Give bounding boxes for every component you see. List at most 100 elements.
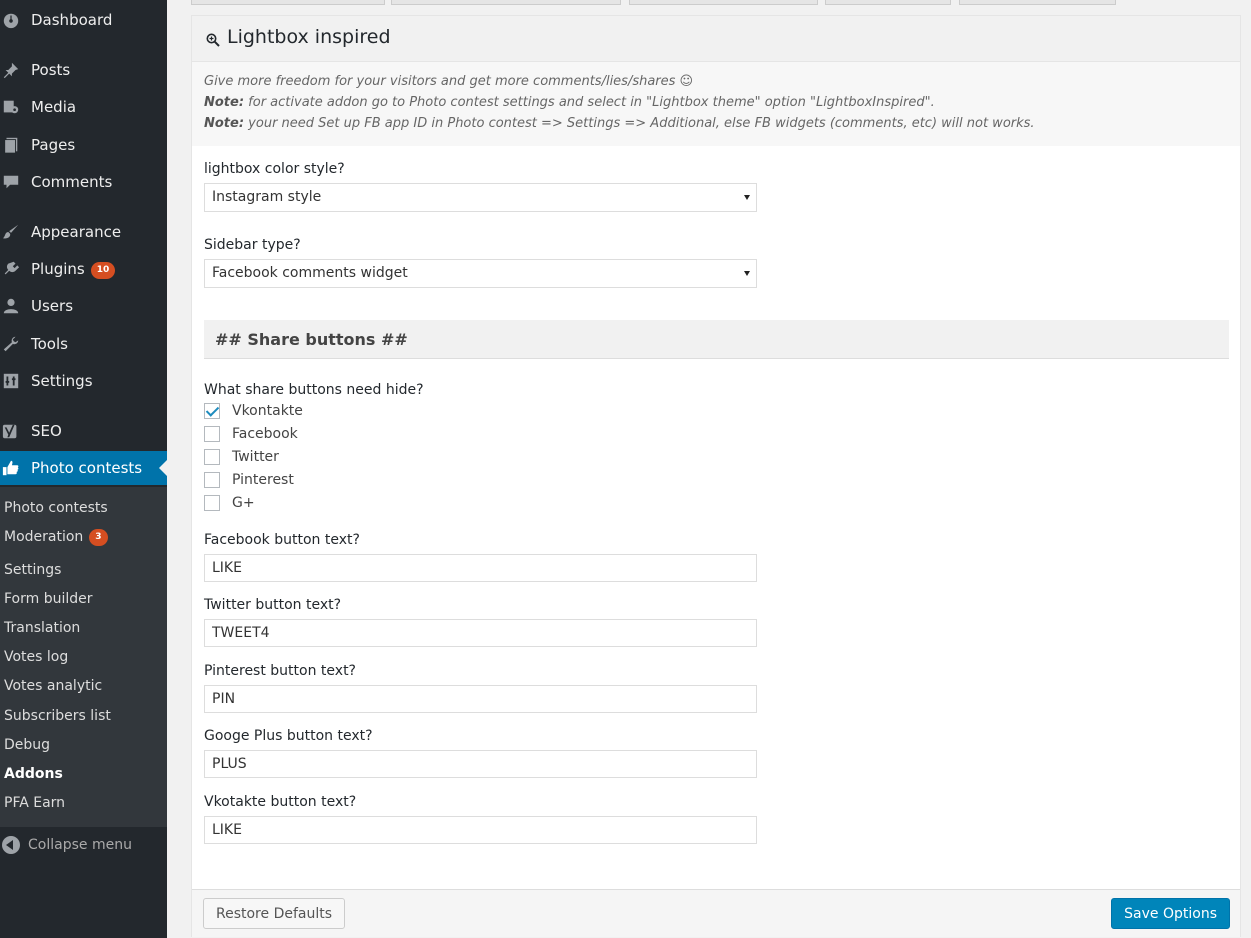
menu-label: Settings bbox=[31, 372, 93, 390]
checkbox-pinterest[interactable]: Pinterest bbox=[204, 471, 294, 489]
section-title: ## Share buttons ## bbox=[215, 330, 408, 349]
checkbox-label: G+ bbox=[232, 495, 255, 511]
sidebar-type-label: Sidebar type? bbox=[204, 237, 301, 253]
addon-description: Give more freedom for your visitors and … bbox=[192, 62, 1240, 146]
wrench-icon bbox=[3, 336, 19, 352]
menu-label: Appearance bbox=[31, 223, 122, 241]
zoom-in-icon bbox=[206, 33, 220, 47]
checkbox[interactable] bbox=[204, 472, 220, 488]
media-icon bbox=[3, 100, 19, 114]
submenu-votes-analytic[interactable]: Votes analytic bbox=[4, 678, 102, 694]
pinterest-text-input[interactable] bbox=[204, 685, 757, 713]
panel-header: Lightbox inspired bbox=[192, 16, 1240, 62]
top-tab[interactable] bbox=[391, 0, 621, 5]
menu-appearance[interactable]: Appearance bbox=[0, 215, 167, 249]
submenu-votes-log[interactable]: Votes log bbox=[4, 649, 68, 665]
menu-photo-contests[interactable]: Photo contests bbox=[0, 451, 167, 485]
dropdown-arrow-icon bbox=[744, 195, 750, 200]
menu-posts[interactable]: Posts bbox=[0, 53, 167, 87]
color-style-label: lightbox color style? bbox=[204, 161, 345, 177]
menu-settings[interactable]: Settings bbox=[0, 364, 167, 398]
menu-comments[interactable]: Comments bbox=[0, 165, 167, 199]
select-value: Instagram style bbox=[212, 189, 322, 205]
admin-sidebar: Dashboard Posts Media Pages Comments App… bbox=[0, 0, 167, 938]
save-options-button[interactable]: Save Options bbox=[1111, 898, 1230, 929]
menu-pages[interactable]: Pages bbox=[0, 128, 167, 162]
menu-tools[interactable]: Tools bbox=[0, 327, 167, 361]
top-tab[interactable] bbox=[959, 0, 1116, 5]
submenu-form-builder[interactable]: Form builder bbox=[4, 591, 93, 607]
menu-label: Comments bbox=[31, 173, 113, 191]
menu-label: Posts bbox=[31, 61, 71, 79]
panel-title: Lightbox inspired bbox=[227, 26, 391, 48]
pinterest-text-label: Pinterest button text? bbox=[204, 663, 356, 679]
vkontakte-text-input[interactable] bbox=[204, 816, 757, 844]
share-buttons-section-header: ## Share buttons ## bbox=[204, 320, 1229, 359]
submenu-photo-contests[interactable]: Photo contests bbox=[4, 500, 108, 516]
menu-plugins[interactable]: Plugins 10 bbox=[0, 252, 167, 286]
panel-footer: Restore Defaults Save Options bbox=[192, 889, 1240, 937]
twitter-text-label: Twitter button text? bbox=[204, 597, 342, 613]
checkbox-label: Pinterest bbox=[232, 472, 294, 488]
top-tab[interactable] bbox=[629, 0, 818, 5]
description-line: Give more freedom for your visitors and … bbox=[204, 74, 694, 89]
submenu-settings[interactable]: Settings bbox=[4, 562, 61, 578]
paintbrush-icon bbox=[2, 224, 19, 239]
menu-media[interactable]: Media bbox=[0, 90, 167, 124]
collapse-menu-button[interactable]: Collapse menu bbox=[2, 836, 132, 854]
checkbox-label: Twitter bbox=[232, 449, 279, 465]
select-value: Facebook comments widget bbox=[212, 265, 408, 281]
vkontakte-text-label: Vkotakte button text? bbox=[204, 794, 357, 810]
gplus-text-input[interactable] bbox=[204, 750, 757, 778]
yoast-icon bbox=[2, 424, 17, 439]
checkbox[interactable] bbox=[204, 403, 220, 419]
plugins-update-badge: 10 bbox=[90, 262, 116, 279]
checkbox-facebook[interactable]: Facebook bbox=[204, 425, 298, 443]
checkbox-twitter[interactable]: Twitter bbox=[204, 448, 279, 466]
checkbox[interactable] bbox=[204, 449, 220, 465]
thumbs-up-icon bbox=[2, 460, 19, 476]
dashboard-icon bbox=[3, 13, 19, 29]
twitter-text-input[interactable] bbox=[204, 619, 757, 647]
addon-settings-panel: Lightbox inspired Give more freedom for … bbox=[191, 15, 1241, 937]
description-note: Note: your need Set up FB app ID in Phot… bbox=[204, 116, 1035, 131]
menu-dashboard[interactable]: Dashboard bbox=[0, 3, 167, 37]
checkbox[interactable] bbox=[204, 426, 220, 442]
restore-defaults-button[interactable]: Restore Defaults bbox=[203, 898, 346, 929]
submenu-translation[interactable]: Translation bbox=[4, 620, 80, 636]
checkbox-label: Vkontakte bbox=[232, 403, 303, 419]
menu-seo[interactable]: SEO bbox=[0, 414, 167, 448]
submenu-debug[interactable]: Debug bbox=[4, 737, 50, 753]
menu-label: Plugins 10 bbox=[31, 260, 116, 279]
submenu-pfa-earn[interactable]: PFA Earn bbox=[4, 795, 65, 811]
menu-label: Dashboard bbox=[31, 11, 113, 29]
gplus-text-label: Googe Plus button text? bbox=[204, 728, 373, 744]
checkbox-vkontakte[interactable]: Vkontakte bbox=[204, 402, 303, 420]
menu-label: Pages bbox=[31, 136, 76, 154]
menu-label: Users bbox=[31, 297, 74, 315]
submenu-addons[interactable]: Addons bbox=[4, 766, 63, 782]
hide-share-buttons-label: What share buttons need hide? bbox=[204, 382, 424, 398]
facebook-text-input[interactable] bbox=[204, 554, 757, 582]
menu-label: SEO bbox=[31, 422, 62, 440]
color-style-select[interactable]: Instagram style bbox=[204, 183, 757, 212]
submenu-subscribers-list[interactable]: Subscribers list bbox=[4, 708, 111, 724]
current-menu-arrow bbox=[159, 460, 167, 476]
pushpin-icon bbox=[3, 62, 19, 79]
menu-label: Tools bbox=[31, 335, 68, 353]
user-icon bbox=[3, 298, 19, 314]
description-note: Note: for activate addon go to Photo con… bbox=[204, 95, 935, 110]
checkbox[interactable] bbox=[204, 495, 220, 511]
checkbox-gplus[interactable]: G+ bbox=[204, 494, 255, 512]
sidebar-type-select[interactable]: Facebook comments widget bbox=[204, 259, 757, 288]
menu-label: Photo contests bbox=[31, 459, 143, 477]
plugin-icon bbox=[4, 261, 20, 275]
top-tab[interactable] bbox=[191, 0, 385, 5]
pages-icon bbox=[4, 137, 18, 154]
settings-icon bbox=[3, 373, 19, 389]
moderation-count-badge: 3 bbox=[89, 529, 108, 546]
top-tab[interactable] bbox=[825, 0, 951, 5]
menu-users[interactable]: Users bbox=[0, 289, 167, 323]
submenu-moderation[interactable]: Moderation 3 bbox=[4, 529, 108, 546]
menu-label: Media bbox=[31, 98, 77, 116]
